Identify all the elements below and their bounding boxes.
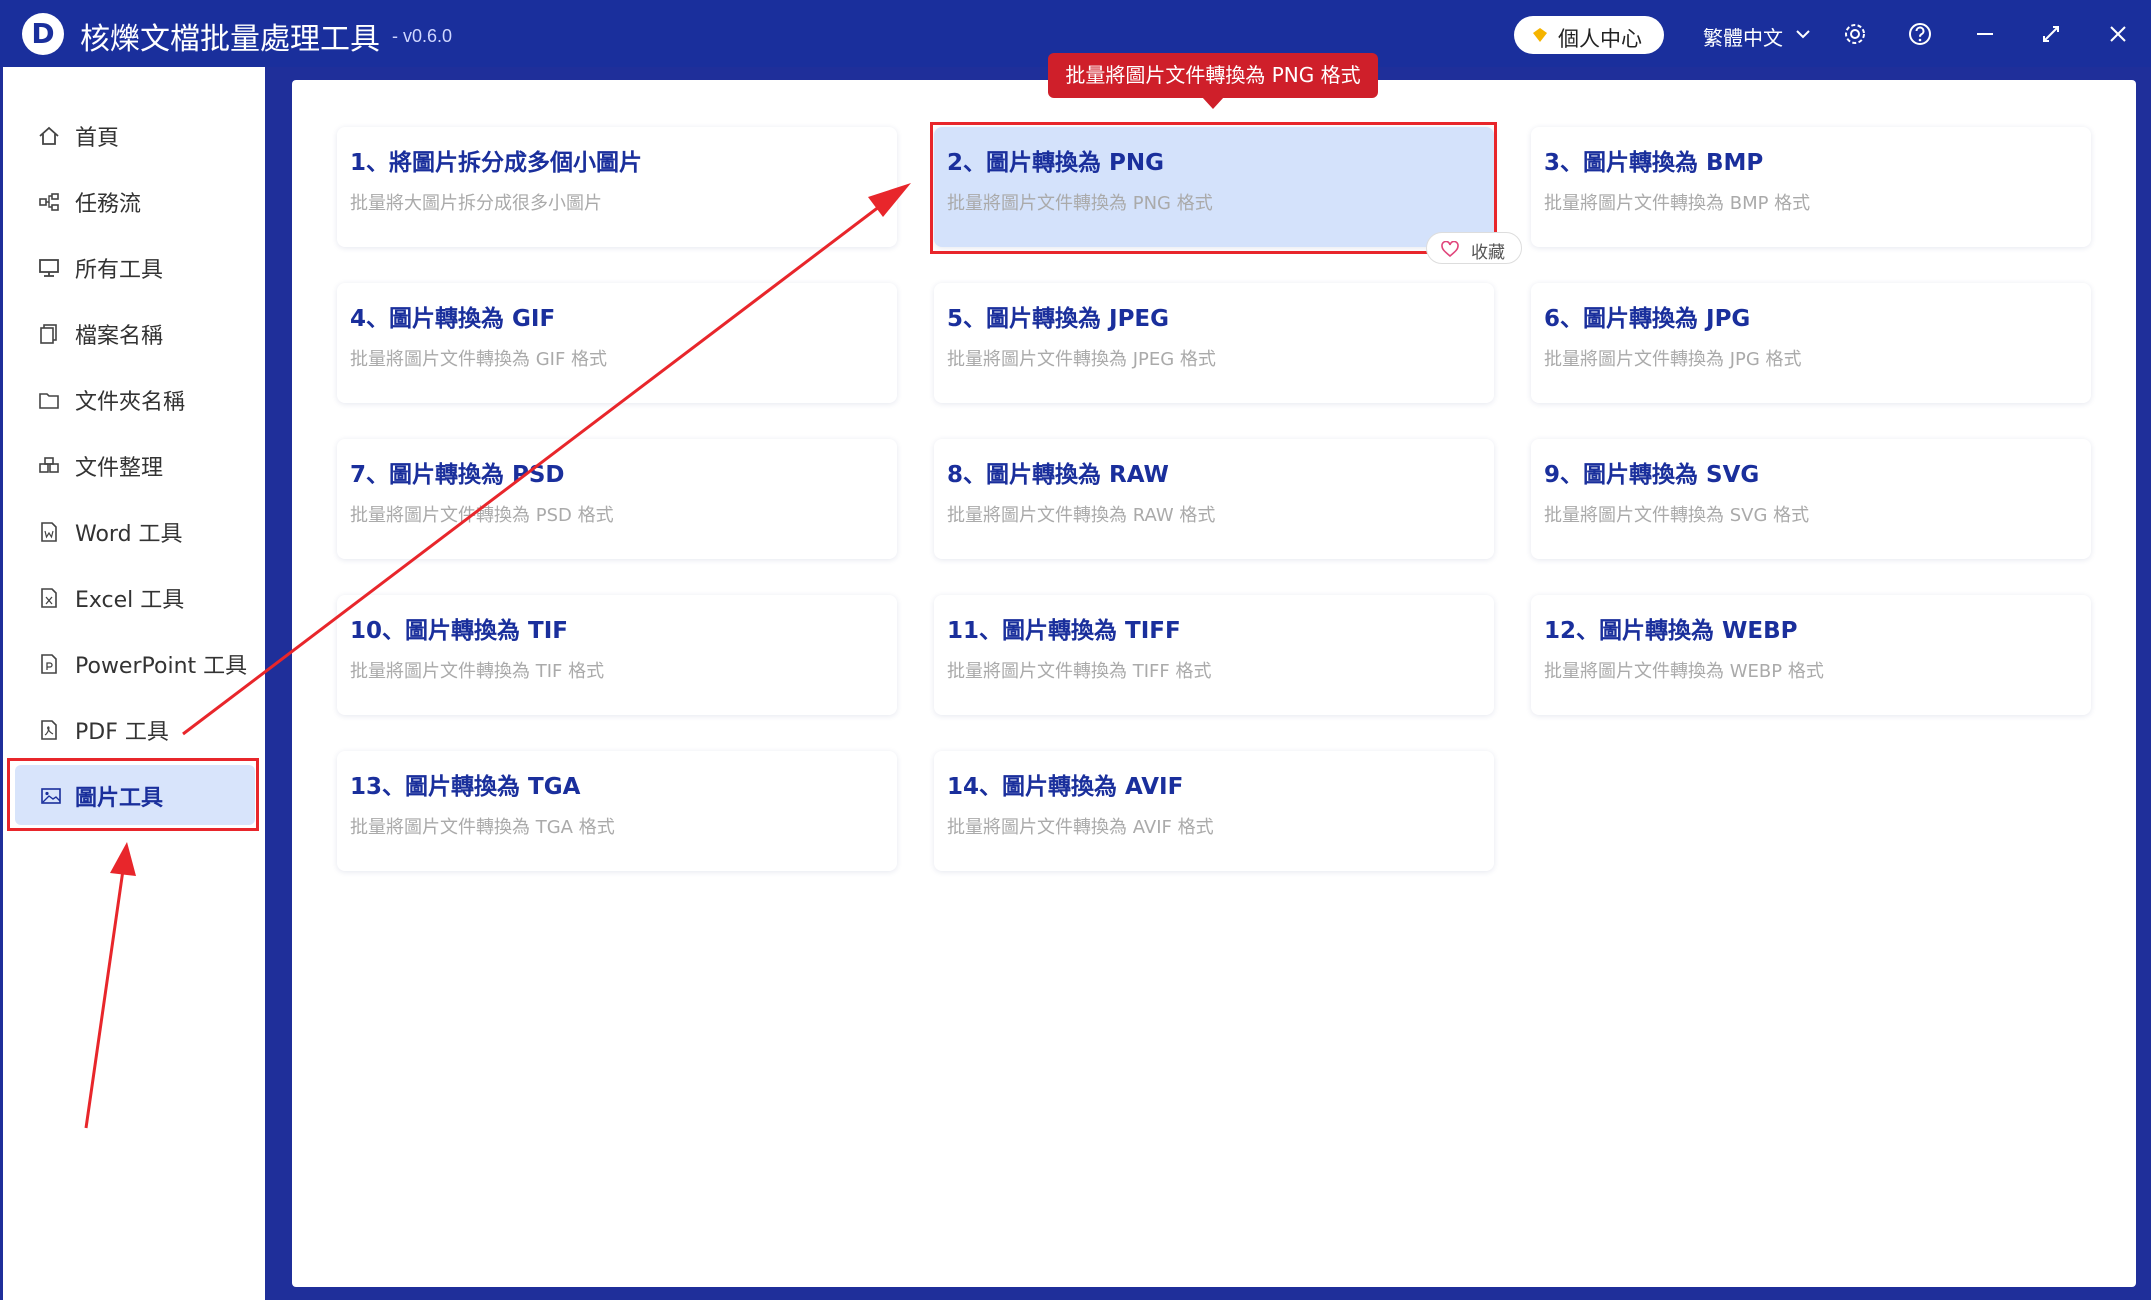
tool-description: 批量將圖片文件轉換為 TGA 格式 [350, 817, 615, 838]
tool-card[interactable]: 10、圖片轉換為 TIF 批量將圖片文件轉換為 TIF 格式 [337, 595, 897, 715]
language-selector[interactable]: 繁體中文 [1703, 22, 1783, 51]
tool-card[interactable]: 1、將圖片拆分成多個小圖片 批量將大圖片拆分成很多小圖片 [337, 127, 897, 247]
tool-description: 批量將圖片文件轉換為 TIF 格式 [350, 661, 605, 682]
tool-title: 5、圖片轉換為 JPEG [947, 306, 1170, 332]
user-center-label: 個人中心 [1558, 27, 1642, 51]
organize-icon [39, 457, 59, 473]
tool-card[interactable]: 14、圖片轉換為 AVIF 批量將圖片文件轉換為 AVIF 格式 [934, 751, 1494, 871]
sidebar-item-all-tools[interactable]: 所有工具 [3, 237, 265, 297]
sidebar-item-label: 文件整理 [75, 456, 164, 481]
sidebar-item-filename[interactable]: 檔案名稱 [3, 303, 265, 363]
sidebar-item-powerpoint[interactable]: PowerPoint 工具 [3, 633, 265, 693]
tooltip-arrow [1202, 97, 1224, 109]
tool-description: 批量將大圖片拆分成很多小圖片 [350, 193, 602, 214]
excel-file-icon [41, 588, 57, 608]
workflow-icon [39, 193, 59, 211]
tool-description: 批量將圖片文件轉換為 JPG 格式 [1544, 349, 1802, 370]
tool-title: 3、圖片轉換為 BMP [1544, 150, 1764, 176]
tool-card[interactable]: 4、圖片轉換為 GIF 批量將圖片文件轉換為 GIF 格式 [337, 283, 897, 403]
sidebar-item-label: Word 工具 [75, 522, 183, 547]
tool-title: 9、圖片轉換為 SVG [1544, 462, 1760, 488]
tooltip: 批量將圖片文件轉換為 PNG 格式 [1048, 53, 1378, 98]
settings-gear-icon[interactable] [1840, 19, 1870, 49]
sidebar-item-pdf[interactable]: PDF 工具 [3, 699, 265, 759]
tool-title: 7、圖片轉換為 PSD [350, 462, 565, 488]
sidebar-item-excel[interactable]: Excel 工具 [3, 567, 265, 627]
sidebar-item-label: 所有工具 [75, 258, 164, 283]
sidebar-item-home[interactable]: 首頁 [3, 105, 265, 165]
folder-icon [39, 393, 59, 409]
tool-description: 批量將圖片文件轉換為 GIF 格式 [350, 349, 608, 370]
help-icon[interactable] [1905, 19, 1935, 49]
close-icon[interactable] [2103, 19, 2133, 49]
favorite-button[interactable]: 收藏 [1426, 232, 1522, 264]
tool-card[interactable]: 12、圖片轉換為 WEBP 批量將圖片文件轉換為 WEBP 格式 [1531, 595, 2091, 715]
annotation-highlight-sidebar [7, 758, 259, 831]
tool-title: 4、圖片轉換為 GIF [350, 306, 556, 332]
favorite-label: 收藏 [1471, 243, 1505, 263]
sidebar-item-label: PowerPoint 工具 [75, 654, 248, 679]
sidebar-item-word[interactable]: Word 工具 [3, 501, 265, 561]
file-copy-icon [40, 324, 57, 344]
tool-title: 11、圖片轉換為 TIFF [947, 618, 1181, 644]
tool-description: 批量將圖片文件轉換為 PSD 格式 [350, 505, 614, 526]
user-center-button[interactable]: 個人中心 [1514, 16, 1664, 54]
minimize-icon[interactable] [1970, 19, 2000, 49]
heart-icon [1441, 241, 1459, 257]
tool-card[interactable]: 7、圖片轉換為 PSD 批量將圖片文件轉換為 PSD 格式 [337, 439, 897, 559]
tool-card[interactable]: 13、圖片轉換為 TGA 批量將圖片文件轉換為 TGA 格式 [337, 751, 897, 871]
tool-title: 12、圖片轉換為 WEBP [1544, 618, 1798, 644]
app-title: 核爍文檔批量處理工具 [80, 22, 380, 57]
tool-description: 批量將圖片文件轉換為 SVG 格式 [1544, 505, 1810, 526]
tool-description: 批量將圖片文件轉換為 BMP 格式 [1544, 193, 1811, 214]
tool-description: 批量將圖片文件轉換為 AVIF 格式 [947, 817, 1214, 838]
annotation-highlight-card [930, 122, 1497, 254]
tool-description: 批量將圖片文件轉換為 JPEG 格式 [947, 349, 1216, 370]
app-logo-icon: D [22, 13, 64, 55]
diamond-icon [1533, 28, 1547, 42]
tool-title: 10、圖片轉換為 TIF [350, 618, 568, 644]
tool-title: 13、圖片轉換為 TGA [350, 774, 581, 800]
app-version: - v0.6.0 [392, 26, 453, 46]
tool-description: 批量將圖片文件轉換為 TIFF 格式 [947, 661, 1212, 682]
tool-description: 批量將圖片文件轉換為 RAW 格式 [947, 505, 1216, 526]
pdf-file-icon [41, 720, 57, 740]
tool-title: 14、圖片轉換為 AVIF [947, 774, 1184, 800]
sidebar: 首頁 任務流 所有工具 檔案名稱 文件夾名稱 文件整理 Word 工具 Exce… [3, 67, 265, 1300]
tool-title: 6、圖片轉換為 JPG [1544, 306, 1751, 332]
monitor-icon [39, 259, 59, 277]
sidebar-item-label: 文件夾名稱 [75, 390, 186, 415]
word-file-icon [41, 522, 57, 542]
tool-description: 批量將圖片文件轉換為 WEBP 格式 [1544, 661, 1824, 682]
tool-card[interactable]: 3、圖片轉換為 BMP 批量將圖片文件轉換為 BMP 格式 [1531, 127, 2091, 247]
sidebar-item-file-organize[interactable]: 文件整理 [3, 435, 265, 495]
sidebar-item-label: Excel 工具 [75, 588, 185, 613]
tool-card[interactable]: 8、圖片轉換為 RAW 批量將圖片文件轉換為 RAW 格式 [934, 439, 1494, 559]
sidebar-item-workflow[interactable]: 任務流 [3, 171, 265, 231]
main-panel: 1、將圖片拆分成多個小圖片 批量將大圖片拆分成很多小圖片 2、圖片轉換為 PNG… [292, 80, 2136, 1287]
chevron-down-icon[interactable] [1793, 24, 1813, 44]
tool-title: 8、圖片轉換為 RAW [947, 462, 1169, 488]
ppt-file-icon [41, 654, 57, 674]
sidebar-item-folder-name[interactable]: 文件夾名稱 [3, 369, 265, 429]
sidebar-item-label: 任務流 [75, 192, 142, 217]
sidebar-item-label: 首頁 [75, 126, 120, 151]
tool-card[interactable]: 11、圖片轉換為 TIFF 批量將圖片文件轉換為 TIFF 格式 [934, 595, 1494, 715]
maximize-icon[interactable] [2036, 19, 2066, 49]
tool-title: 1、將圖片拆分成多個小圖片 [350, 150, 643, 176]
tool-card[interactable]: 9、圖片轉換為 SVG 批量將圖片文件轉換為 SVG 格式 [1531, 439, 2091, 559]
sidebar-item-label: PDF 工具 [75, 720, 169, 745]
sidebar-item-label: 檔案名稱 [75, 324, 164, 349]
home-icon [39, 126, 59, 145]
tool-card[interactable]: 5、圖片轉換為 JPEG 批量將圖片文件轉換為 JPEG 格式 [934, 283, 1494, 403]
tool-card[interactable]: 6、圖片轉換為 JPG 批量將圖片文件轉換為 JPG 格式 [1531, 283, 2091, 403]
